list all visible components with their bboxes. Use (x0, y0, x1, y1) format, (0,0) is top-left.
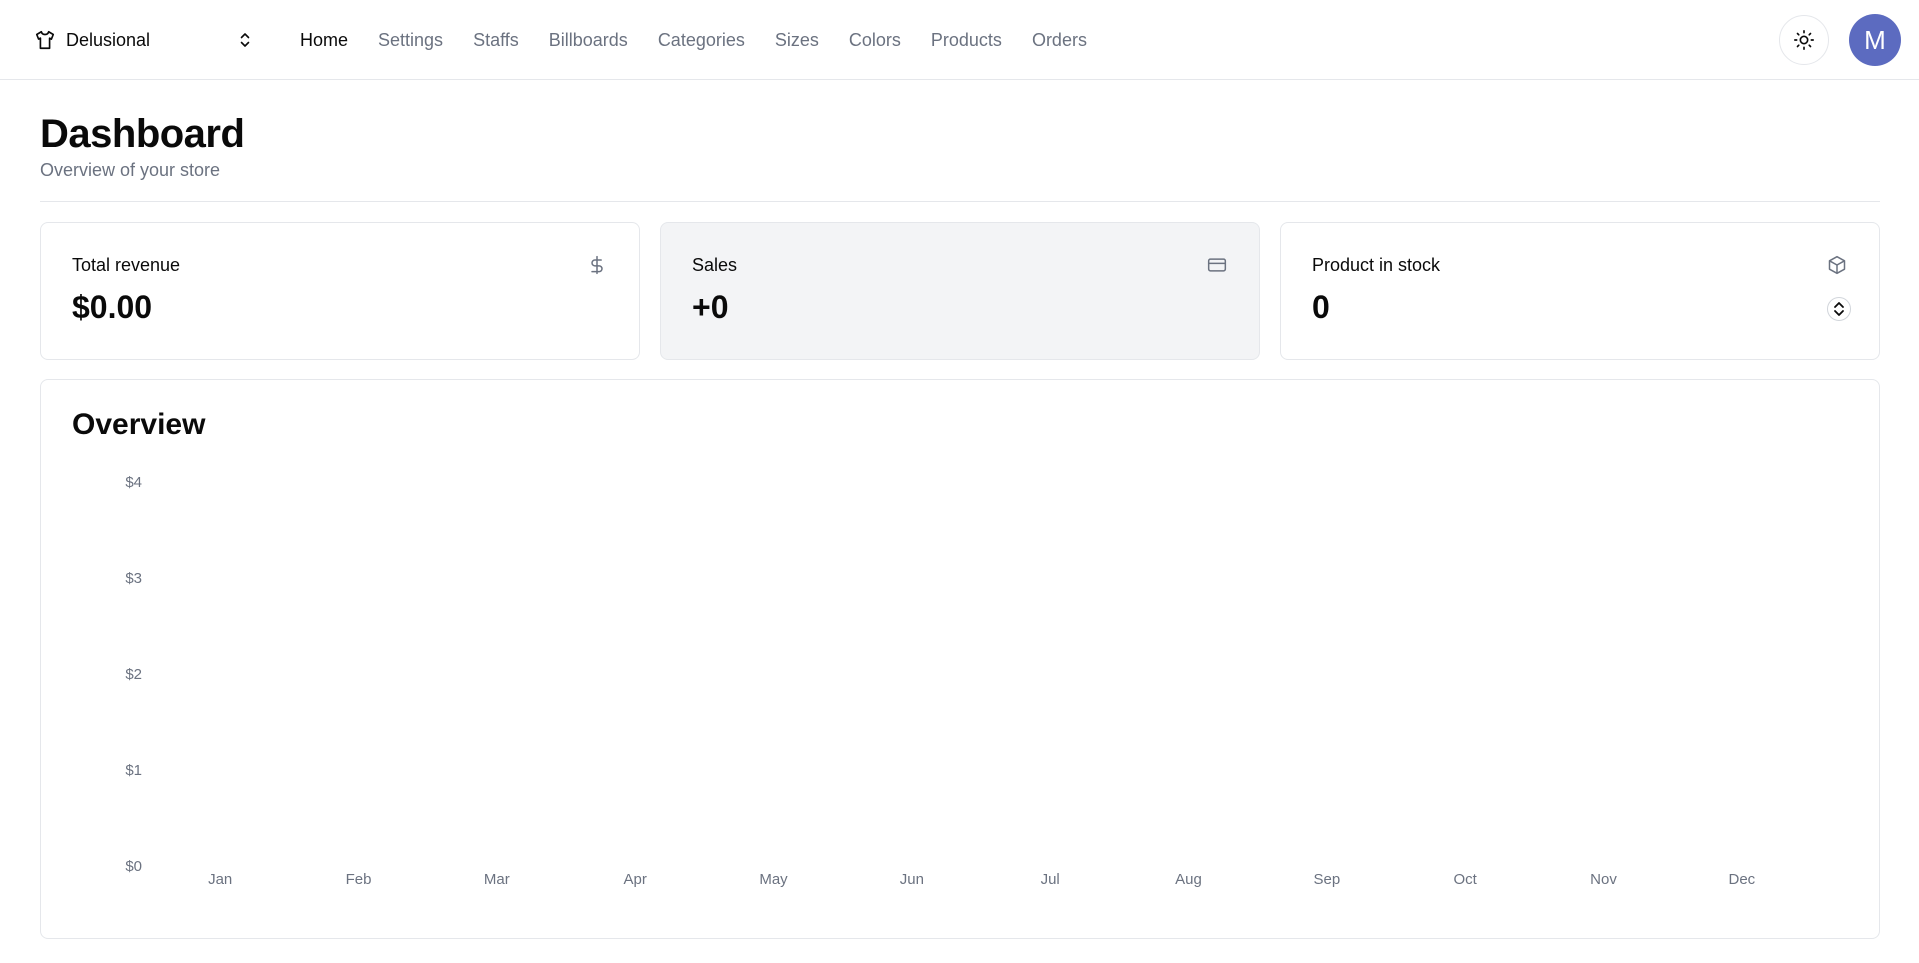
x-tick-label: May (759, 871, 788, 888)
dollar-sign-icon (591, 255, 603, 275)
main-nav: Home Settings Staffs Billboards Categori… (300, 28, 1117, 52)
chevrons-up-down-icon (240, 33, 250, 47)
page-title: Dashboard (40, 112, 245, 156)
y-tick-label: $3 (125, 570, 142, 587)
x-tick-label: Mar (484, 871, 510, 888)
nav-item-orders[interactable]: Orders (1032, 28, 1087, 52)
x-tick-label: Aug (1175, 871, 1202, 888)
nav-item-home[interactable]: Home (300, 28, 348, 52)
card-label: Total revenue (72, 255, 181, 275)
x-tick-label: Jun (900, 871, 924, 888)
x-tick-label: Oct (1453, 871, 1477, 888)
sun-icon (1794, 30, 1814, 50)
card-label: Sales (692, 255, 738, 275)
user-avatar[interactable]: M (1849, 14, 1901, 66)
scroll-indicator[interactable] (1827, 297, 1851, 321)
y-tick-label: $0 (125, 858, 142, 875)
nav-item-products[interactable]: Products (931, 28, 1002, 52)
card-value: 0 (1312, 289, 1330, 325)
x-tick-label: Sep (1313, 871, 1340, 888)
overview-card: Overview $0 $1 $2 $3 $4 Jan Feb Mar Apr May Jun Jul… (40, 379, 1880, 939)
x-tick-label: Jan (208, 871, 232, 888)
credit-card-icon (1207, 258, 1227, 272)
store-switcher[interactable]: Delusional (28, 20, 264, 60)
card-label: Product in stock (1312, 255, 1441, 275)
store-name: Delusional (66, 29, 151, 50)
x-tick-label: Dec (1728, 871, 1755, 888)
sales-card: Sales +0 (660, 222, 1260, 360)
x-tick-label: Feb (346, 871, 372, 888)
nav-item-colors[interactable]: Colors (849, 28, 901, 52)
product-in-stock-card: Product in stock 0 (1280, 222, 1880, 360)
nav-item-staffs[interactable]: Staffs (473, 28, 519, 52)
shirt-icon (35, 30, 55, 50)
x-tick-label: Apr (623, 871, 646, 888)
card-value: +0 (692, 289, 729, 325)
total-revenue-card: Total revenue $0.00 (40, 222, 640, 360)
card-value: $0.00 (72, 289, 153, 325)
nav-item-billboards[interactable]: Billboards (549, 28, 628, 52)
y-tick-label: $1 (125, 762, 142, 779)
y-tick-label: $2 (125, 666, 142, 683)
page-heading: Dashboard Overview of your store (40, 110, 245, 181)
theme-toggle-button[interactable] (1779, 15, 1829, 65)
nav-item-categories[interactable]: Categories (658, 28, 745, 52)
chevrons-up-down-icon (1834, 302, 1844, 316)
overview-bar-chart: $0 $1 $2 $3 $4 Jan Feb Mar Apr May Jun Jul Aug Sep Oct… (125, 474, 1755, 888)
nav-item-settings[interactable]: Settings (378, 28, 443, 52)
package-icon (1828, 255, 1846, 275)
top-navbar: Delusional Home Settings Staffs Billboar… (0, 0, 1919, 80)
nav-item-sizes[interactable]: Sizes (775, 28, 819, 52)
x-tick-label: Jul (1041, 871, 1060, 888)
x-tick-label: Nov (1590, 871, 1617, 888)
divider (40, 201, 1880, 202)
y-tick-label: $4 (125, 474, 142, 491)
page-subtitle: Overview of your store (40, 160, 221, 180)
